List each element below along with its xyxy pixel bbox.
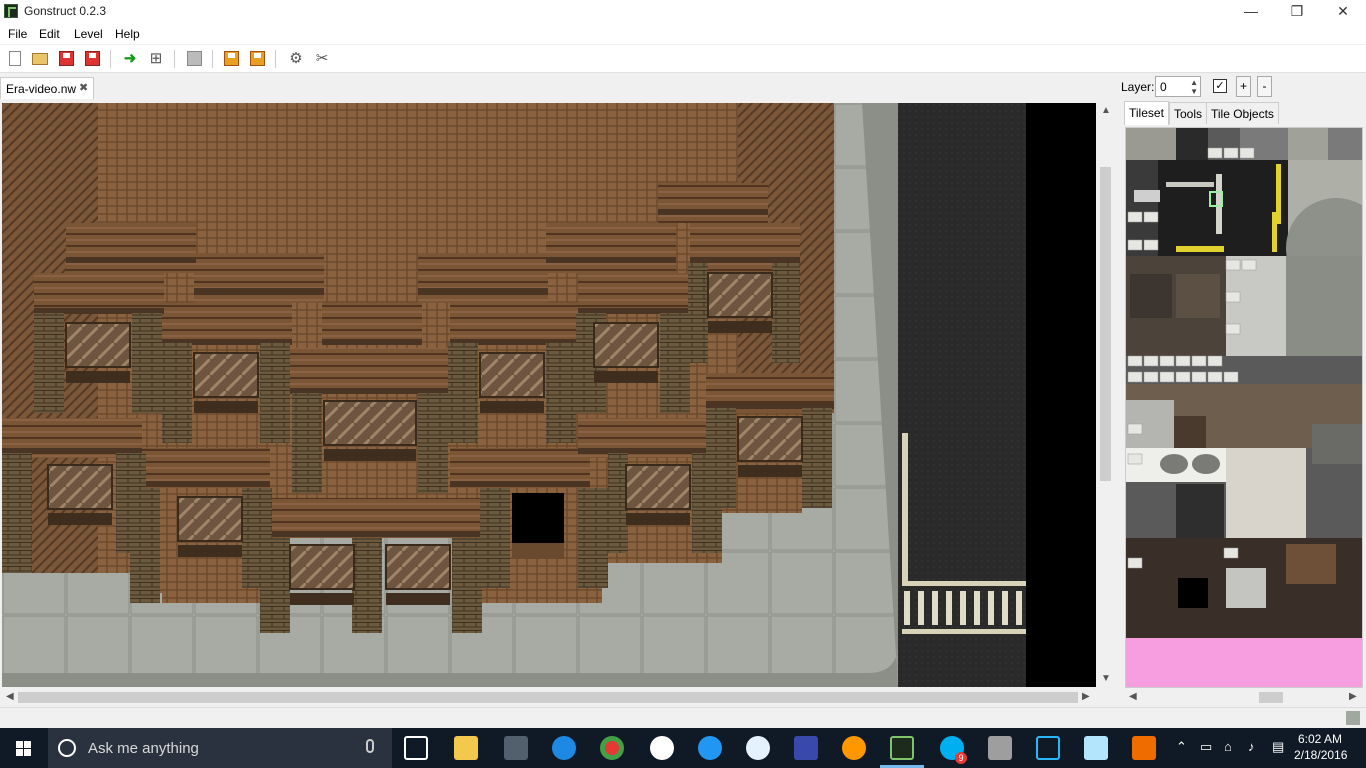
tab-tileset[interactable]: Tileset xyxy=(1124,101,1169,125)
vertical-scroll-thumb[interactable] xyxy=(1100,167,1111,481)
toolbar: ➜ ⊞ ⚙ ✂ xyxy=(0,45,1366,73)
search-placeholder: Ask me anything xyxy=(88,740,199,757)
toolbar-separator xyxy=(174,50,175,68)
clock-time: 6:02 AM xyxy=(1297,732,1343,746)
scroll-left-icon[interactable]: ◀ xyxy=(6,691,14,702)
scroll-right-icon[interactable]: ▶ xyxy=(1082,691,1090,702)
paint-icon[interactable] xyxy=(1084,736,1108,760)
size-grip-icon[interactable] xyxy=(1346,711,1360,725)
status-bar xyxy=(0,707,1366,728)
windows-taskbar: Ask me anything 9 ⌃ ▭ ⌂ ♪ ▤ 6:02 AM 2/18… xyxy=(0,728,1366,768)
open-icon[interactable] xyxy=(31,50,49,68)
document-tab-label: Era-video.nw xyxy=(6,82,77,96)
save-icon[interactable] xyxy=(58,50,76,68)
title-bar: Gonstruct 0.2.3 — ❐ ✕ xyxy=(0,0,1366,24)
toolbar-separator xyxy=(275,50,276,68)
menu-bar: File Edit Level Help xyxy=(0,24,1366,44)
add-layer-button[interactable]: + xyxy=(1236,76,1251,97)
media-icon[interactable] xyxy=(650,736,674,760)
pin-icon[interactable] xyxy=(698,736,722,760)
cortana-search-box[interactable]: Ask me anything xyxy=(48,728,392,768)
tray-chevron-icon[interactable]: ⌃ xyxy=(1176,739,1187,755)
layer-label: Layer: xyxy=(1121,80,1155,94)
tileset-view[interactable] xyxy=(1125,127,1363,688)
task-view-icon[interactable] xyxy=(404,736,428,760)
edge-icon[interactable] xyxy=(552,736,576,760)
npc-alt-icon[interactable] xyxy=(249,50,267,68)
file-explorer-icon[interactable] xyxy=(454,736,478,760)
app-window: Gonstruct 0.2.3 — ❐ ✕ File Edit Level He… xyxy=(0,0,1366,768)
gonstruct-app-icon xyxy=(4,4,18,18)
npc-icon[interactable] xyxy=(223,50,241,68)
controller-icon[interactable] xyxy=(988,736,1012,760)
copy-icon[interactable] xyxy=(186,50,204,68)
level-horizontal-scrollbar[interactable]: ◀ ▶ xyxy=(2,689,1096,706)
shield-icon[interactable] xyxy=(746,736,770,760)
tileset-image xyxy=(1126,128,1362,687)
scroll-down-icon[interactable]: ▼ xyxy=(1101,673,1111,684)
tab-tools[interactable]: Tools xyxy=(1169,102,1208,124)
skype-badge: 9 xyxy=(955,752,967,764)
close-tab-icon[interactable]: ✖ xyxy=(79,81,88,94)
cortana-icon xyxy=(58,739,76,757)
toolbar-separator xyxy=(212,50,213,68)
play-icon[interactable]: ➜ xyxy=(121,50,139,68)
level-vertical-scrollbar[interactable]: ▲ ▼ xyxy=(1097,103,1114,688)
layer-visible-checkbox[interactable]: ✓ xyxy=(1213,79,1227,93)
clock-date: 2/18/2016 xyxy=(1294,748,1348,762)
app-icon[interactable] xyxy=(504,736,528,760)
fit-icon[interactable]: ⊞ xyxy=(147,50,165,68)
toolbar-separator xyxy=(110,50,111,68)
menu-file[interactable]: File xyxy=(8,27,27,41)
layer-value: 0 xyxy=(1160,80,1167,94)
tools-icon[interactable]: ✂ xyxy=(313,50,331,68)
save-as-icon[interactable] xyxy=(84,50,102,68)
menu-edit[interactable]: Edit xyxy=(39,27,60,41)
notification-icon[interactable]: ▤ xyxy=(1272,739,1284,755)
tileset-horizontal-scrollbar[interactable]: ◀ ▶ xyxy=(1125,689,1363,706)
layer-spinbox[interactable]: 0 ▲ ▼ xyxy=(1155,76,1201,97)
volume-icon[interactable]: ♪ xyxy=(1248,739,1255,754)
spin-arrows-icon[interactable]: ▲ ▼ xyxy=(1190,78,1198,96)
menu-level[interactable]: Level xyxy=(74,27,103,41)
tool-icon[interactable] xyxy=(1132,736,1156,760)
tileset-scroll-left-icon[interactable]: ◀ xyxy=(1129,691,1137,702)
document-tab[interactable]: Era-video.nw ✖ xyxy=(0,77,94,99)
level-map xyxy=(2,103,1096,687)
battery-icon[interactable]: ▭ xyxy=(1200,739,1212,755)
character-icon[interactable] xyxy=(842,736,866,760)
tileset-scroll-right-icon[interactable]: ▶ xyxy=(1349,691,1357,702)
restore-button[interactable]: ❐ xyxy=(1274,0,1320,24)
system-clock[interactable]: 6:02 AM 2/18/2016 xyxy=(1294,731,1348,763)
chrome-icon[interactable] xyxy=(600,736,624,760)
level-canvas[interactable] xyxy=(2,103,1096,687)
remove-layer-button[interactable]: - xyxy=(1257,76,1272,97)
close-button[interactable]: ✕ xyxy=(1320,0,1366,24)
scroll-up-icon[interactable]: ▲ xyxy=(1101,105,1111,116)
window-title: Gonstruct 0.2.3 xyxy=(24,4,107,18)
window-icon[interactable] xyxy=(1036,736,1060,760)
new-icon[interactable] xyxy=(6,50,24,68)
editor-icon[interactable] xyxy=(794,736,818,760)
start-button[interactable] xyxy=(0,728,48,768)
network-icon[interactable]: ⌂ xyxy=(1224,739,1232,754)
minimize-button[interactable]: — xyxy=(1228,0,1274,24)
tab-tile-objects[interactable]: Tile Objects xyxy=(1206,102,1279,124)
microphone-icon[interactable] xyxy=(366,739,374,753)
gonstruct-taskbar-icon[interactable] xyxy=(890,736,914,760)
links-icon[interactable]: ⚙ xyxy=(287,50,305,68)
tileset-scroll-thumb[interactable] xyxy=(1259,692,1283,703)
horizontal-scroll-thumb[interactable] xyxy=(18,692,1078,703)
menu-help[interactable]: Help xyxy=(115,27,140,41)
